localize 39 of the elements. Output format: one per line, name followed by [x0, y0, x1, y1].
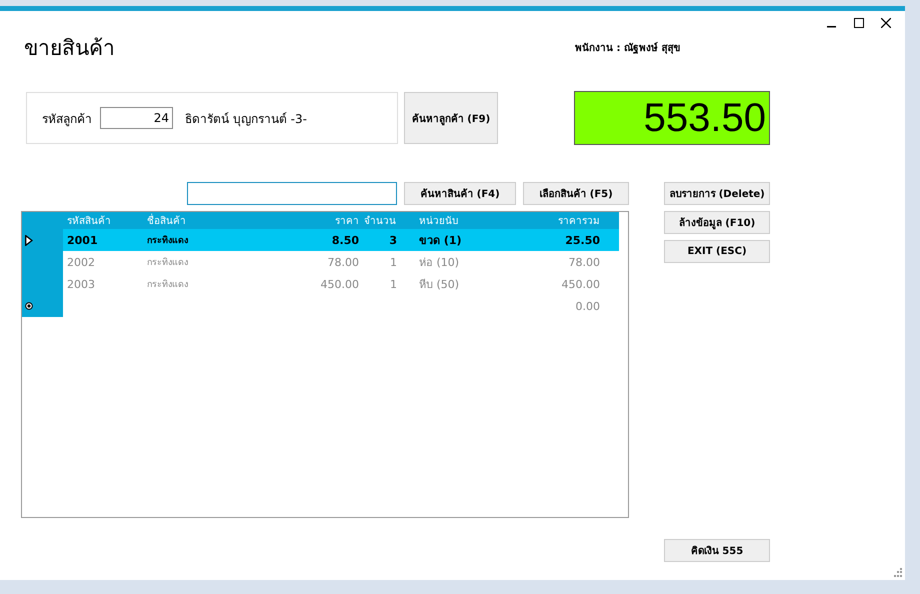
- employee-label: พนักงาน : ณัฐพงษ์ สุสุข: [575, 41, 680, 54]
- table-cell: 1: [390, 278, 397, 290]
- table-cell: ห่อ (10): [419, 256, 460, 269]
- action-button[interactable]: EXIT (ESC): [664, 240, 770, 263]
- new-row-icon: [25, 302, 33, 310]
- table-cell: กระทิงแดง: [147, 280, 188, 290]
- table-cell: ขวด (1): [419, 234, 462, 247]
- table-cell: 8.50: [332, 234, 359, 246]
- resize-grip-icon[interactable]: [893, 568, 902, 577]
- checkout-button[interactable]: คิดเงิน 555: [664, 539, 770, 562]
- table-cell: 3: [389, 234, 397, 246]
- search-customer-button[interactable]: ค้นหาลูกค้า (F9): [404, 92, 498, 144]
- table-cell: 78.00: [328, 256, 359, 268]
- customer-name: ธิดารัตน์ บุญกรานต์ -3-: [185, 110, 307, 128]
- table-cell: 2002: [67, 256, 95, 268]
- row-pointer-icon: [25, 234, 33, 246]
- table-cell: 25.50: [565, 234, 600, 246]
- table-cell: 78.00: [568, 256, 600, 268]
- table-cell: กระทิงแดง: [147, 258, 188, 268]
- row-header[interactable]: [22, 295, 63, 317]
- product-search-field[interactable]: [187, 182, 397, 205]
- window-title: ขายสินค้า: [24, 34, 116, 62]
- customer-code-field[interactable]: 24: [100, 107, 173, 129]
- total-display: 553.50: [574, 91, 770, 145]
- table-cell: 2003: [67, 278, 95, 290]
- product-button[interactable]: ค้นหาสินค้า (F4): [404, 182, 516, 205]
- close-icon[interactable]: [881, 18, 891, 28]
- table-cell: 0.00: [576, 300, 600, 312]
- table-cell: 1: [390, 256, 397, 268]
- table-cell: 450.00: [562, 278, 600, 290]
- table-cell: กระทิงแดง: [147, 236, 188, 246]
- product-button[interactable]: เลือกสินค้า (F5): [523, 182, 629, 205]
- table-cell: หีบ (50): [419, 278, 460, 291]
- customer-code-label: รหัสลูกค้า: [42, 110, 92, 128]
- maximize-icon[interactable]: [854, 18, 864, 28]
- table-cell: 2001: [67, 234, 98, 246]
- action-button[interactable]: ลบรายการ (Delete): [664, 182, 770, 205]
- table-cell: 450.00: [320, 278, 359, 290]
- action-button[interactable]: ล้างข้อมูล (F10): [664, 211, 770, 234]
